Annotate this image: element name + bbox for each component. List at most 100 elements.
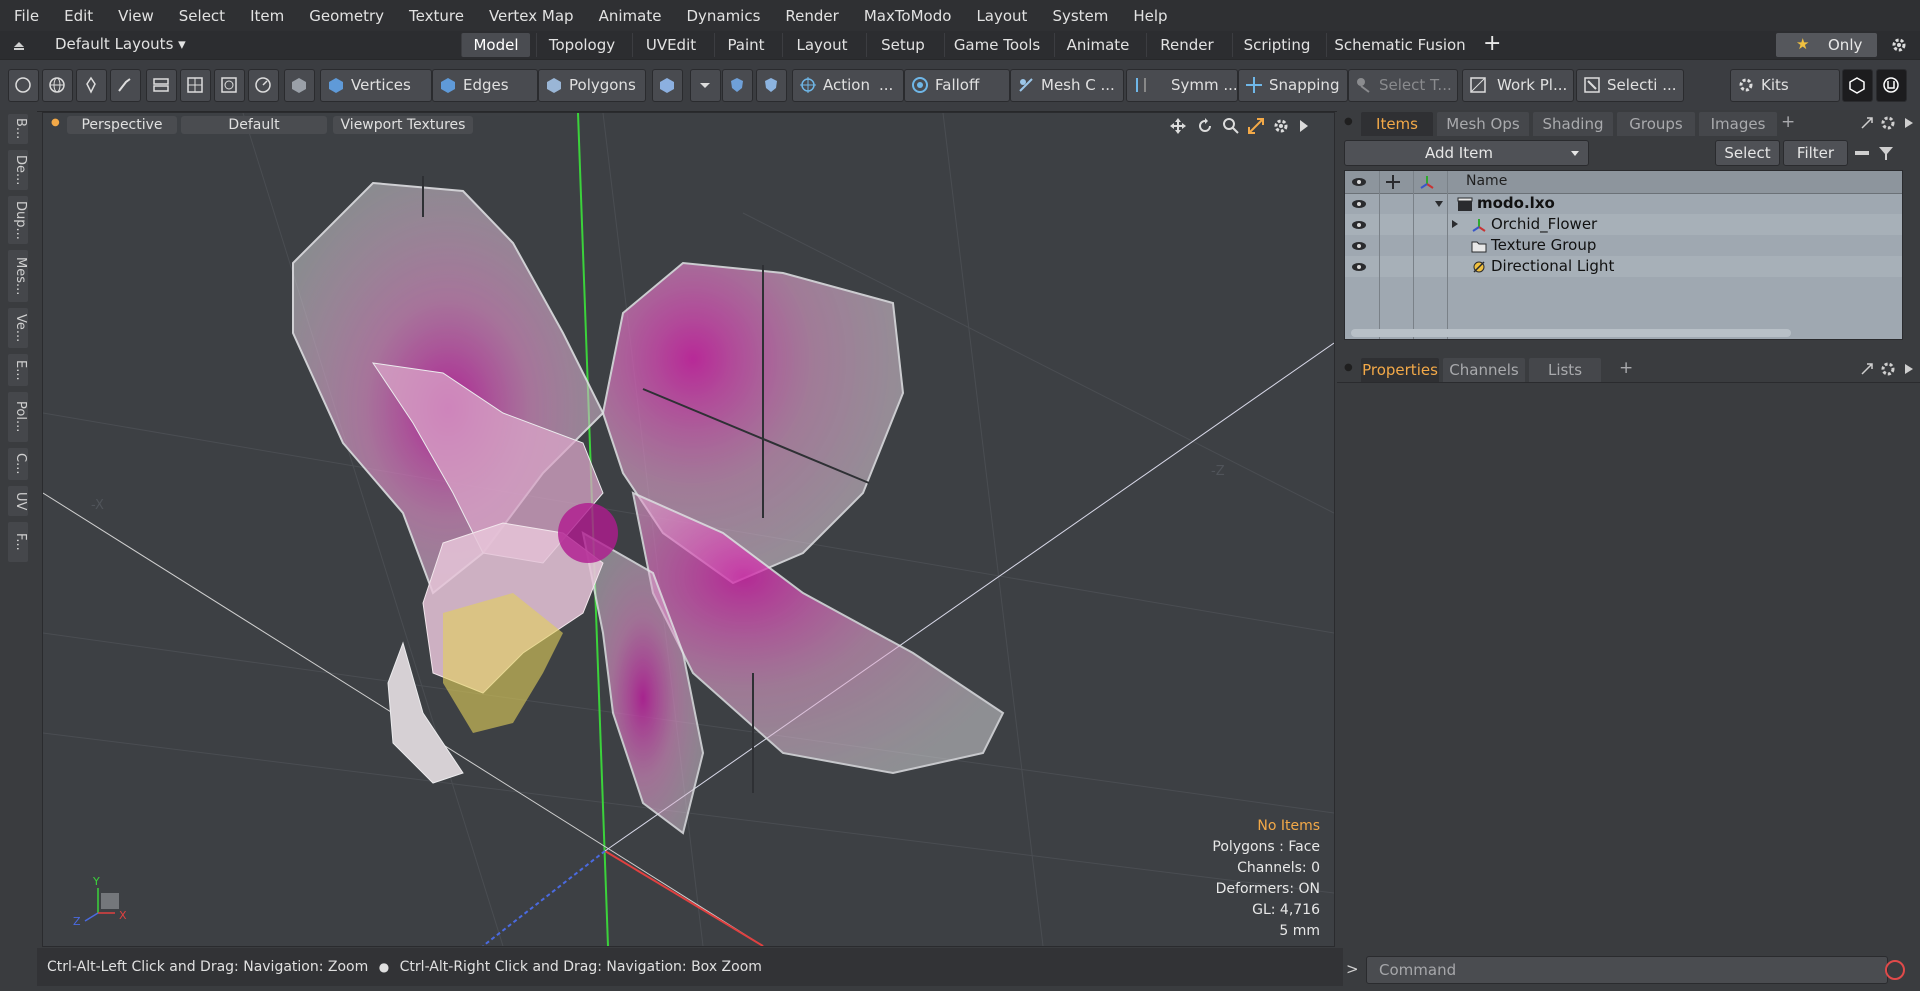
- menu-animate[interactable]: Animate: [585, 7, 673, 25]
- filter-funnel-icon[interactable]: [1877, 144, 1895, 162]
- left-tab-curve[interactable]: C...: [8, 448, 28, 480]
- pan-icon[interactable]: [1169, 117, 1187, 135]
- orchid-flower-mesh[interactable]: [292, 181, 1005, 835]
- tab-items[interactable]: Items: [1361, 112, 1433, 136]
- action-center-button[interactable]: Action ...: [792, 69, 904, 102]
- select-button[interactable]: Select: [1715, 140, 1780, 166]
- eye-icon[interactable]: [1351, 219, 1367, 231]
- add-panel-tab-button[interactable]: +: [1619, 358, 1633, 378]
- only-toggle[interactable]: ★ Only: [1776, 33, 1877, 57]
- eye-icon[interactable]: [1351, 198, 1367, 210]
- tab-paint[interactable]: Paint: [714, 33, 777, 57]
- left-tab-vertex[interactable]: Ve...: [8, 308, 28, 348]
- tab-game-tools[interactable]: Game Tools: [944, 33, 1049, 57]
- record-macro-icon[interactable]: [1882, 957, 1908, 983]
- left-tab-mesh-edit[interactable]: Mes...: [8, 250, 28, 302]
- frame-button[interactable]: [214, 69, 245, 102]
- axis-column-icon[interactable]: [1419, 174, 1435, 190]
- tab-uvedit[interactable]: UVEdit: [632, 33, 709, 57]
- tree-row-orchid-flower[interactable]: Orchid_Flower: [1345, 214, 1902, 235]
- play-arrow-icon[interactable]: [1297, 117, 1311, 135]
- select-circle-button[interactable]: [8, 69, 39, 102]
- menu-texture[interactable]: Texture: [395, 7, 475, 25]
- symmetry-shield-button[interactable]: [722, 69, 753, 102]
- mode-dropdown[interactable]: [690, 69, 721, 102]
- eye-icon[interactable]: [1351, 240, 1367, 252]
- unreal-button[interactable]: [1876, 69, 1907, 102]
- selection-sets-button[interactable]: Selecti ...: [1576, 69, 1684, 102]
- zoom-icon[interactable]: [1222, 117, 1240, 135]
- expand-panel-icon[interactable]: [1859, 115, 1875, 131]
- view-mode-dropdown[interactable]: Perspective: [67, 116, 177, 134]
- menu-select[interactable]: Select: [165, 7, 236, 25]
- eye-icon[interactable]: [1351, 261, 1367, 273]
- left-tab-deform[interactable]: De...: [8, 150, 28, 190]
- left-tab-basic[interactable]: B...: [8, 114, 28, 144]
- tree-row-scene[interactable]: modo.lxo: [1345, 193, 1902, 214]
- mesh-constraint-button[interactable]: Mesh C ...: [1010, 69, 1124, 102]
- falloff-shield-button[interactable]: [756, 69, 787, 102]
- add-tab-button[interactable]: +: [1483, 31, 1501, 56]
- tab-lists[interactable]: Lists: [1529, 358, 1601, 382]
- tab-render[interactable]: Render: [1146, 33, 1227, 57]
- expand-arrow-down-icon[interactable]: [1434, 199, 1444, 209]
- expand-panel-icon[interactable]: [1859, 361, 1875, 377]
- viewport-menu-dot-icon[interactable]: ●: [51, 117, 60, 128]
- menu-file[interactable]: File: [0, 7, 50, 25]
- tab-groups[interactable]: Groups: [1617, 112, 1695, 136]
- panel-arrow-icon[interactable]: [1901, 361, 1917, 377]
- tab-layout[interactable]: Layout: [782, 33, 861, 57]
- left-tab-edge[interactable]: E...: [8, 354, 28, 386]
- add-item-dropdown[interactable]: Add Item: [1344, 140, 1589, 166]
- shading-dropdown[interactable]: Default: [181, 116, 327, 134]
- loop-button[interactable]: [146, 69, 177, 102]
- items-panel-menu-dot-icon[interactable]: ●: [1344, 116, 1353, 127]
- left-tab-uv[interactable]: UV: [8, 486, 28, 516]
- collapse-icon[interactable]: [12, 38, 26, 52]
- tab-topology[interactable]: Topology: [536, 33, 627, 57]
- edges-button[interactable]: Edges: [432, 69, 538, 102]
- properties-panel-menu-dot-icon[interactable]: ●: [1344, 362, 1353, 373]
- panel-arrow-icon[interactable]: [1901, 115, 1917, 131]
- symmetry-button[interactable]: Symm ...: [1126, 69, 1238, 102]
- left-tab-fusion[interactable]: F...: [8, 522, 28, 562]
- filter-button[interactable]: Filter: [1783, 140, 1848, 166]
- brush-button[interactable]: [110, 69, 141, 102]
- name-column-header[interactable]: Name: [1466, 173, 1507, 189]
- item-mode-button[interactable]: [284, 69, 315, 102]
- gear-icon[interactable]: [1890, 36, 1908, 54]
- unity-button[interactable]: [1842, 69, 1873, 102]
- menu-vertex-map[interactable]: Vertex Map: [475, 7, 585, 25]
- left-tab-polygon[interactable]: Pol...: [8, 392, 28, 442]
- snapping-button[interactable]: Snapping: [1238, 69, 1348, 102]
- menu-render[interactable]: Render: [771, 7, 849, 25]
- tree-row-directional-light[interactable]: Directional Light: [1345, 256, 1902, 277]
- viewport-scene[interactable]: -X -Z Y X Z: [43, 113, 1334, 946]
- horizontal-scrollbar[interactable]: [1351, 329, 1791, 337]
- tab-mesh-ops[interactable]: Mesh Ops: [1437, 112, 1529, 136]
- menu-edit[interactable]: Edit: [50, 7, 104, 25]
- menu-help[interactable]: Help: [1119, 7, 1178, 25]
- menu-item[interactable]: Item: [236, 7, 295, 25]
- tab-setup[interactable]: Setup: [866, 33, 939, 57]
- menu-view[interactable]: View: [104, 7, 165, 25]
- tab-channels[interactable]: Channels: [1443, 358, 1525, 382]
- tab-images[interactable]: Images: [1699, 112, 1777, 136]
- tab-animate[interactable]: Animate: [1054, 33, 1141, 57]
- panel-gear-icon[interactable]: [1880, 115, 1896, 131]
- clock-button[interactable]: [248, 69, 279, 102]
- tab-scripting[interactable]: Scripting: [1232, 33, 1321, 57]
- menu-maxtomodo[interactable]: MaxToModo: [850, 7, 963, 25]
- lock-column-icon[interactable]: [1385, 174, 1401, 190]
- layout-preset-dropdown[interactable]: Default Layouts ▾: [55, 35, 186, 53]
- menu-geometry[interactable]: Geometry: [295, 7, 395, 25]
- left-tab-duplicate[interactable]: Dup...: [8, 196, 28, 244]
- tab-shading[interactable]: Shading: [1533, 112, 1613, 136]
- maximize-icon[interactable]: [1247, 117, 1265, 135]
- tab-model[interactable]: Model: [461, 33, 530, 57]
- rotate-icon[interactable]: [1196, 117, 1214, 135]
- grid-select-button[interactable]: [180, 69, 211, 102]
- expand-arrow-right-icon[interactable]: [1450, 219, 1460, 229]
- menu-layout[interactable]: Layout: [962, 7, 1038, 25]
- tab-schematic-fusion[interactable]: Schematic Fusion: [1326, 33, 1473, 57]
